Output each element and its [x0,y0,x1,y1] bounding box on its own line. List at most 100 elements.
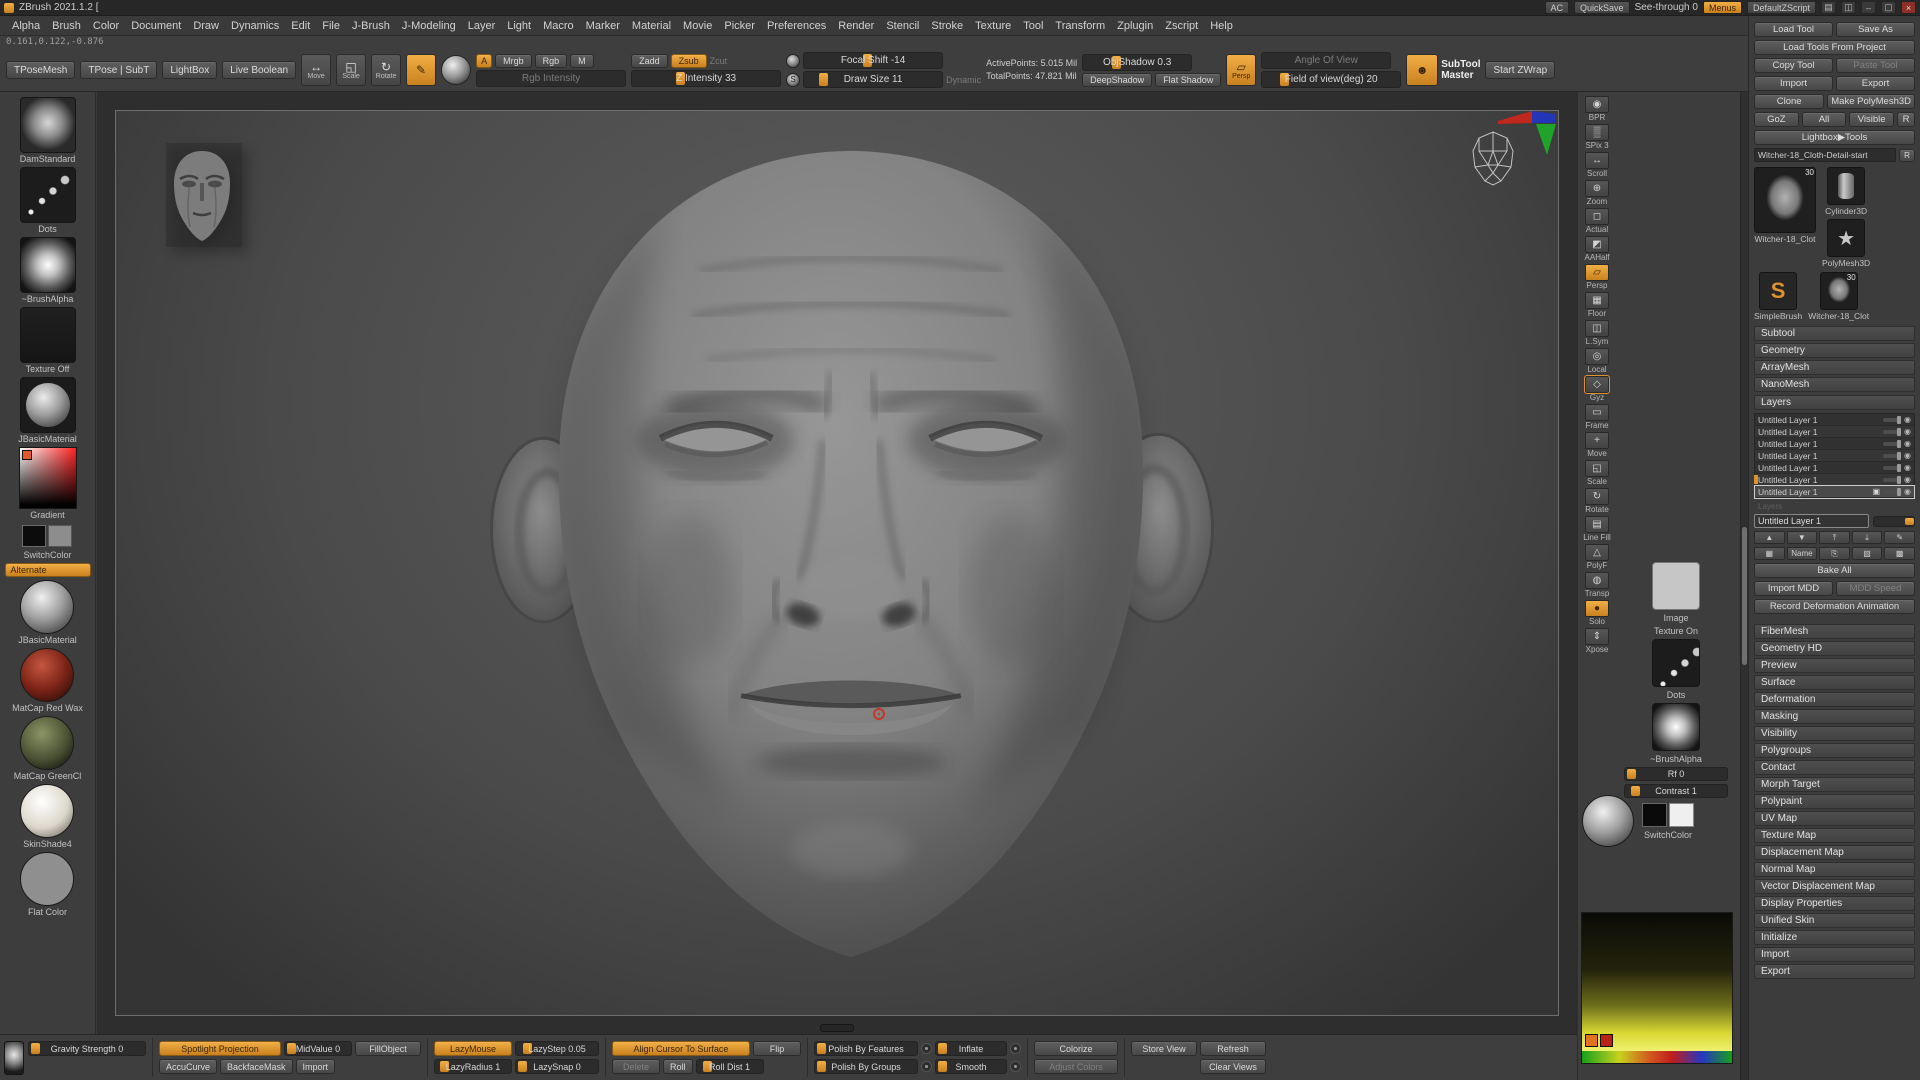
fillobject-button[interactable]: FillObject [355,1041,421,1056]
mrgb-button[interactable]: Mrgb [495,54,532,68]
shelf-icon[interactable]: ◱ Scale [1580,460,1614,486]
subpalette-header[interactable]: NanoMesh [1754,377,1915,392]
menu-item[interactable]: Picker [718,18,761,34]
layer-visibility-icon[interactable]: ◉ [1904,416,1911,424]
layer-tool-icon[interactable]: ✎ [1884,531,1915,544]
rotate-button[interactable]: ↻ Rotate [371,54,401,86]
subpalette-header[interactable]: Displacement Map [1754,845,1915,860]
texture-on-label[interactable]: Texture On [1654,626,1698,636]
goz-r-button[interactable]: R [1897,112,1915,127]
draw-mode-button[interactable]: ✎ [406,54,436,86]
flip-button[interactable]: Flip [753,1041,801,1056]
subpalette-header[interactable]: Contact [1754,760,1915,775]
menus-button[interactable]: Menus [1703,1,1742,14]
tool-thumb[interactable]: ★ PolyMesh3D [1822,219,1870,268]
menu-item[interactable]: Stencil [880,18,925,34]
material-item[interactable]: Flat Color [20,852,74,917]
menu-item[interactable]: Zplugin [1111,18,1159,34]
material-item[interactable]: SkinShade4 [20,784,74,849]
layer-row[interactable]: Untitled Layer 1 ▣ ◉ [1755,450,1914,462]
subpalette-header[interactable]: Texture Map [1754,828,1915,843]
color-gradient-picker[interactable] [1581,912,1733,1064]
roll-dist-slider[interactable]: Roll Dist 1 [696,1059,764,1074]
layer-strength-slider[interactable] [1873,516,1915,527]
shelf-icon[interactable]: ▭ Frame [1580,404,1614,430]
menu-item[interactable]: Brush [46,18,87,34]
brush-alpha-thumbnail[interactable] [1652,703,1700,751]
subpalette-header[interactable]: Import [1754,947,1915,962]
menu-item[interactable]: Macro [537,18,580,34]
shelf-icon[interactable]: ↻ Rotate [1580,488,1614,514]
material-item[interactable]: MatCap Red Wax [12,648,83,713]
goz-visible-button[interactable]: Visible [1849,112,1894,127]
layer-row[interactable]: Untitled Layer 1 ▣ ◉ [1755,426,1914,438]
subpalette-header[interactable]: Vector Displacement Map [1754,879,1915,894]
canvas-snapshot-thumbnail[interactable] [160,139,246,251]
see-through-slider[interactable]: See-through 0 [1635,2,1698,13]
layer-intensity-slider[interactable] [1883,442,1901,446]
layer-tool-icon[interactable]: ⎘ [1819,547,1850,560]
lazysnap-slider[interactable]: LazySnap 0 [515,1059,599,1074]
sculpt-viewport[interactable] [115,110,1559,1016]
ac-button[interactable]: AC [1545,1,1570,14]
shelf-icon[interactable]: ▦ Floor [1580,292,1614,318]
layer-intensity-slider[interactable] [1883,478,1901,482]
objshadow-slider[interactable]: ObjShadow 0.3 [1082,54,1192,71]
panels-icon[interactable]: ◫ [1841,1,1856,14]
menu-item[interactable]: Texture [969,18,1017,34]
quicksave-button[interactable]: QuickSave [1574,1,1630,14]
tool-thumb-active[interactable]: 30 Witcher-18_Clot [1754,167,1816,244]
make-polymesh3d-button[interactable]: Make PolyMesh3D [1827,94,1915,109]
layer-record-icon[interactable]: ▣ [1872,487,1880,496]
subpalette-header[interactable]: Unified Skin [1754,913,1915,928]
align-cursor-button[interactable]: Align Cursor To Surface [612,1041,750,1056]
layer-visibility-icon[interactable]: ◉ [1904,488,1911,496]
subpalette-header[interactable]: UV Map [1754,811,1915,826]
live-boolean-button[interactable]: Live Boolean [222,61,296,79]
layer-intensity-slider[interactable] [1883,418,1901,422]
import-mdd-button[interactable]: Import MDD [1754,581,1833,596]
subpalette-header-layers[interactable]: Layers [1754,395,1915,410]
inflate-slider[interactable]: Inflate [935,1041,1007,1056]
current-alpha-thumbnail[interactable] [20,237,76,293]
menu-item[interactable]: Edit [285,18,316,34]
shelf-icon[interactable]: ◩ AAHalf [1580,236,1614,262]
menu-item[interactable]: J-Brush [346,18,396,34]
subpalette-header[interactable]: Normal Map [1754,862,1915,877]
shelf-icon[interactable]: ⇕ Xpose [1580,628,1614,654]
shelf-icon[interactable]: + Move [1580,432,1614,458]
flatshadow-button[interactable]: Flat Shadow [1155,73,1221,87]
menu-item[interactable]: Layer [462,18,502,34]
midvalue-slider[interactable]: MidValue 0 [284,1041,352,1056]
gravity-alpha-icon[interactable] [4,1041,24,1075]
subpalette-header[interactable]: Subtool [1754,326,1915,341]
menu-item[interactable]: Movie [677,18,718,34]
inflate-mode-toggle[interactable] [1010,1043,1021,1054]
grid-icon[interactable]: ▤ [1821,1,1836,14]
material-item[interactable]: MatCap GreenCl [14,716,82,781]
record-deformation-button[interactable]: Record Deformation Animation [1754,599,1915,614]
shelf-icon[interactable]: ⊕ Zoom [1580,180,1614,206]
minimize-button[interactable]: – [1861,1,1876,14]
subtool-master-plugin[interactable]: ☻ SubTool Master [1406,54,1480,86]
tool-panel-scrollbar[interactable] [1740,92,1748,1080]
switch-color-swatches[interactable] [1640,801,1696,829]
layer-intensity-slider[interactable] [1883,466,1901,470]
load-tool-button[interactable]: Load Tool [1754,22,1833,37]
shelf-icon[interactable]: ▱ Persp [1580,264,1614,290]
subpalette-header[interactable]: ArrayMesh [1754,360,1915,375]
layer-intensity-slider[interactable] [1883,430,1901,434]
tool-rename-button[interactable]: R [1899,149,1915,162]
tool-thumb[interactable]: Cylinder3D [1822,167,1870,216]
shelf-icon[interactable]: ◉ BPR [1580,96,1614,122]
subpalette-header[interactable]: Preview [1754,658,1915,673]
current-texture-thumbnail[interactable] [20,307,76,363]
move-button[interactable]: ↔ Move [301,54,331,86]
shelf-icon[interactable]: ▤ Line Fill [1580,516,1614,542]
backfacemask-button[interactable]: BackfaceMask [220,1059,293,1074]
dynamic-toggle[interactable]: Dynamic [946,75,981,85]
spotlight-projection-button[interactable]: Spotlight Projection [159,1041,281,1056]
goz-button[interactable]: GoZ [1754,112,1799,127]
refresh-button[interactable]: Refresh [1200,1041,1266,1056]
rgb-button[interactable]: Rgb [535,54,568,68]
